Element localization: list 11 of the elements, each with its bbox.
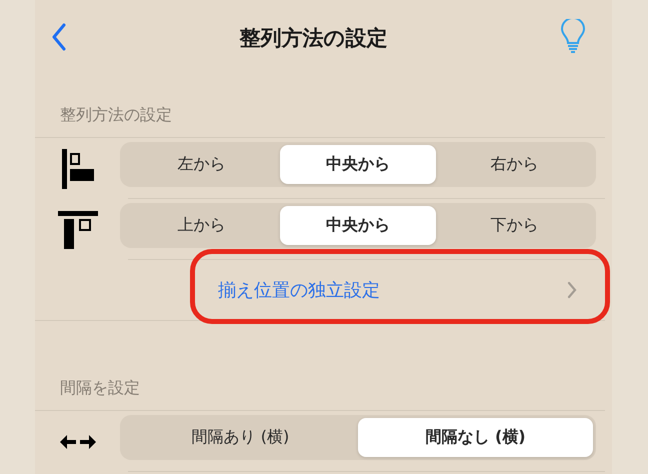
segment-option[interactable]: 間隔なし (横) [358, 418, 593, 457]
segment-option[interactable]: 右から [436, 145, 594, 184]
segment-option[interactable]: 中央から [280, 206, 436, 245]
segment-option[interactable]: 左から [123, 145, 280, 184]
segment-option[interactable]: 上から [123, 206, 280, 245]
segment-option[interactable]: 間隔あり (横) [123, 418, 358, 457]
segment-option[interactable]: 中央から [280, 145, 436, 184]
screen-title: 整列方法の設定 [240, 25, 388, 52]
segment-option[interactable]: 下から [436, 206, 594, 245]
section-header: 間隔を設定 [60, 378, 140, 399]
section-header: 整列方法の設定 [60, 105, 172, 126]
